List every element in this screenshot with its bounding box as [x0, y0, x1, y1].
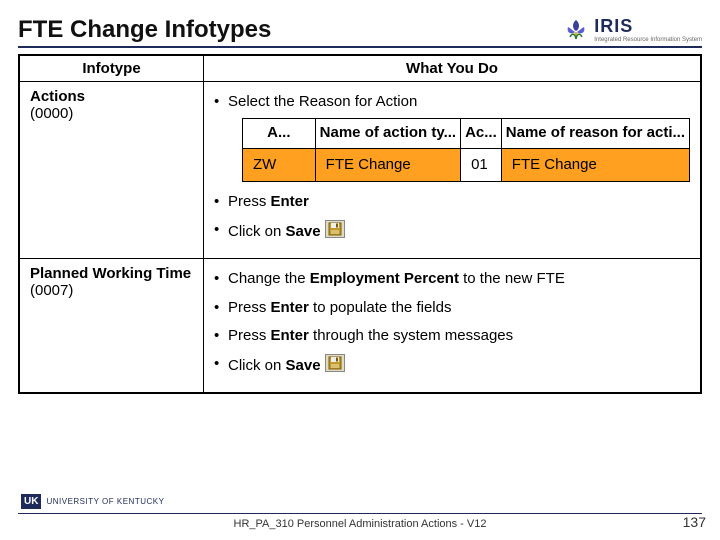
footer-doc-id: HR_PA_310 Personnel Administration Actio… — [0, 518, 720, 530]
footer-divider — [18, 513, 702, 514]
iris-logo: IRIS Integrated Resource Information Sys… — [562, 16, 702, 44]
col-infotype: Infotype — [19, 55, 204, 82]
table-row: Planned Working Time(0007)Change the Emp… — [19, 259, 701, 394]
uk-logo: UK UNIVERSITY OF KENTUCKY — [20, 493, 164, 510]
list-item: Click on Save — [214, 220, 690, 244]
iris-flower-icon — [562, 17, 590, 43]
list-item: Click on Save — [214, 354, 690, 378]
page-number: 137 — [683, 514, 706, 530]
list-item: Press Enter to populate the fields — [214, 298, 690, 318]
list-item: Press Enter through the system messages — [214, 326, 690, 346]
list-item: Press Enter — [214, 192, 690, 212]
infotypes-table: Infotype What You Do Actions(0000)Select… — [18, 54, 702, 394]
page-title: FTE Change Infotypes — [18, 16, 271, 44]
col-what-you-do: What You Do — [204, 55, 702, 82]
sap-grid: A...Name of action ty...Ac...Name of rea… — [242, 118, 690, 182]
table-row: Actions(0000)Select the Reason for Actio… — [19, 82, 701, 259]
list-item: Select the Reason for ActionA...Name of … — [214, 92, 690, 182]
save-icon — [325, 354, 345, 378]
save-icon — [325, 220, 345, 244]
list-item: Change the Employment Percent to the new… — [214, 269, 690, 289]
